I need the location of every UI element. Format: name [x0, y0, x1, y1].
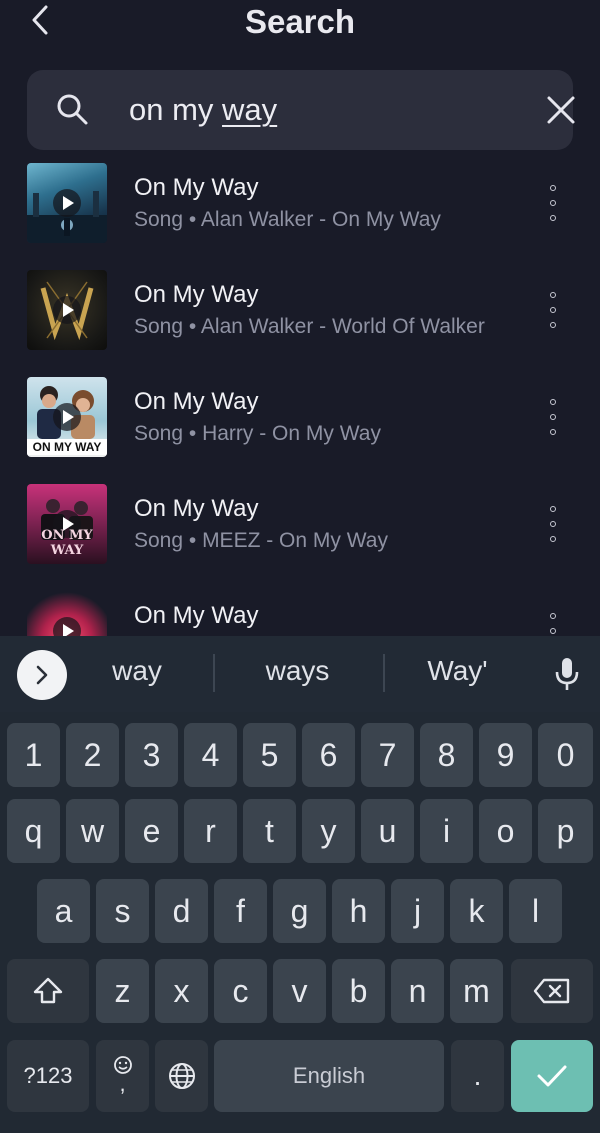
key-0[interactable]: 0 — [538, 723, 593, 787]
result-row[interactable]: ON MY WAY On My Way Song • Harry - On My… — [0, 369, 600, 476]
shift-key[interactable] — [7, 959, 89, 1023]
more-options-icon[interactable] — [545, 292, 561, 328]
more-options-icon[interactable] — [545, 399, 561, 435]
search-query-prefix: on my — [129, 92, 223, 127]
key-f[interactable]: f — [214, 879, 267, 943]
result-thumbnail — [27, 270, 107, 350]
more-options-icon[interactable] — [545, 185, 561, 221]
search-query-composing: way — [222, 92, 278, 127]
key-n[interactable]: n — [391, 959, 444, 1023]
key-8[interactable]: 8 — [420, 723, 473, 787]
page-title: Search — [244, 3, 356, 40]
key-3[interactable]: 3 — [125, 723, 178, 787]
key-o[interactable]: o — [479, 799, 532, 863]
search-icon — [57, 94, 88, 125]
symbols-key[interactable]: ?123 — [7, 1040, 89, 1112]
check-icon — [537, 1065, 567, 1087]
divider — [383, 654, 385, 692]
period-key[interactable]: . — [451, 1040, 504, 1112]
key-2[interactable]: 2 — [66, 723, 119, 787]
result-title: On My Way — [134, 174, 259, 201]
result-subtitle: Song • Harry - On My Way — [134, 422, 381, 445]
suggestion-item[interactable]: way — [92, 655, 182, 687]
key-4[interactable]: 4 — [184, 723, 237, 787]
search-bar: on my way — [27, 70, 575, 150]
key-d[interactable]: d — [155, 879, 208, 943]
key-z[interactable]: z — [96, 959, 149, 1023]
result-thumbnail: ON MY WAY — [27, 377, 107, 457]
key-m[interactable]: m — [450, 959, 503, 1023]
key-y[interactable]: y — [302, 799, 355, 863]
key-i[interactable]: i — [420, 799, 473, 863]
result-row[interactable]: On My Way Song • Alan Walker - World Of … — [0, 262, 600, 369]
result-thumbnail — [27, 163, 107, 243]
more-options-icon[interactable] — [545, 506, 561, 542]
results-list: On My Way Song • Alan Walker - On My Way… — [0, 155, 600, 636]
key-p[interactable]: p — [538, 799, 593, 863]
suggestion-item[interactable]: Way' — [405, 655, 510, 687]
divider — [213, 654, 215, 692]
key-a[interactable]: a — [37, 879, 90, 943]
key-7[interactable]: 7 — [361, 723, 414, 787]
chevron-right-icon — [36, 665, 48, 685]
key-5[interactable]: 5 — [243, 723, 296, 787]
key-9[interactable]: 9 — [479, 723, 532, 787]
key-v[interactable]: v — [273, 959, 326, 1023]
backspace-icon — [533, 978, 570, 1004]
key-l[interactable]: l — [509, 879, 562, 943]
key-u[interactable]: u — [361, 799, 414, 863]
result-thumbnail: ON MY WAY — [27, 484, 107, 564]
result-title: On My Way — [134, 388, 259, 415]
backspace-key[interactable] — [511, 959, 593, 1023]
key-j[interactable]: j — [391, 879, 444, 943]
enter-key[interactable] — [511, 1040, 593, 1112]
shift-icon — [33, 977, 63, 1004]
result-subtitle: Song • Alan Walker - On My Way — [134, 208, 441, 231]
play-icon — [53, 617, 81, 636]
globe-icon — [168, 1063, 195, 1089]
result-subtitle: Song • Alan Walker - World Of Walker — [134, 315, 485, 338]
key-c[interactable]: c — [214, 959, 267, 1023]
suggestion-item[interactable]: ways — [240, 655, 355, 687]
key-w[interactable]: w — [66, 799, 119, 863]
result-row[interactable]: On My Way — [0, 583, 600, 636]
space-bar[interactable]: English — [214, 1040, 444, 1112]
result-title: On My Way — [134, 281, 259, 308]
emoji-comma-key[interactable]: , — [96, 1040, 149, 1112]
toolbar-toggle-button[interactable] — [17, 650, 67, 700]
clear-icon[interactable] — [543, 92, 579, 128]
key-s[interactable]: s — [96, 879, 149, 943]
play-icon — [53, 189, 81, 217]
more-options-icon[interactable] — [545, 613, 561, 636]
key-g[interactable]: g — [273, 879, 326, 943]
result-title: On My Way — [134, 602, 259, 629]
key-6[interactable]: 6 — [302, 723, 355, 787]
result-subtitle: Song • MEEZ - On My Way — [134, 529, 388, 552]
result-row[interactable]: On My Way Song • Alan Walker - On My Way — [0, 155, 600, 262]
language-key[interactable] — [155, 1040, 208, 1112]
thumbnail-caption: ON MY WAY — [27, 439, 107, 455]
mic-icon[interactable] — [552, 656, 582, 692]
key-k[interactable]: k — [450, 879, 503, 943]
key-e[interactable]: e — [125, 799, 178, 863]
key-r[interactable]: r — [184, 799, 237, 863]
suggestion-strip: way ways Way' — [0, 636, 600, 712]
result-thumbnail — [27, 591, 107, 636]
play-icon — [53, 403, 81, 431]
key-1[interactable]: 1 — [7, 723, 60, 787]
result-row[interactable]: ON MY WAY On My Way Song • MEEZ - On My … — [0, 476, 600, 583]
key-q[interactable]: q — [7, 799, 60, 863]
header: Search — [0, 0, 600, 44]
key-x[interactable]: x — [155, 959, 208, 1023]
key-h[interactable]: h — [332, 879, 385, 943]
play-icon — [53, 296, 81, 324]
result-title: On My Way — [134, 495, 259, 522]
keyboard: way ways Way' 1 2 3 4 5 6 7 8 9 0 q w e … — [0, 636, 600, 1133]
thumbnail-caption: ON MY WAY — [41, 528, 93, 558]
comma-label: , — [119, 1071, 126, 1096]
key-t[interactable]: t — [243, 799, 296, 863]
key-b[interactable]: b — [332, 959, 385, 1023]
search-input[interactable]: on my way — [129, 92, 277, 128]
